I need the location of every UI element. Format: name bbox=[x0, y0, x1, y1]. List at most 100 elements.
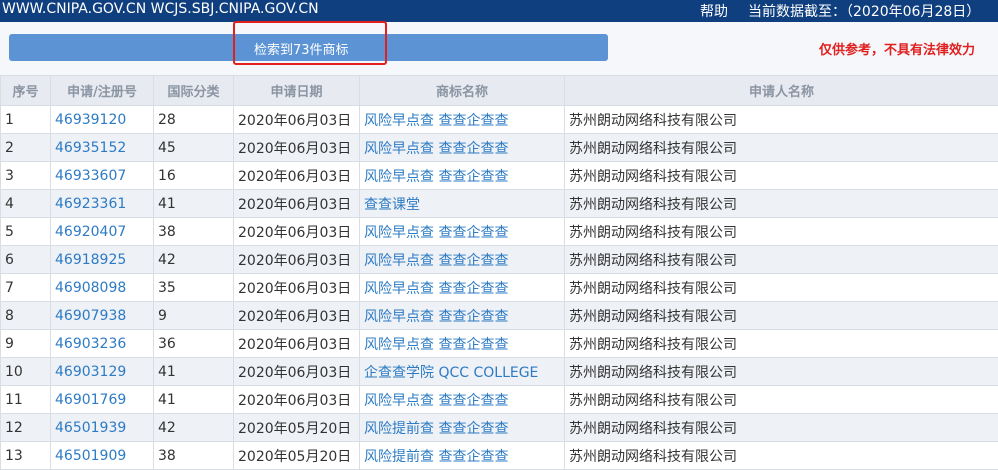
data-date: 当前数据截至：（2020年06月28日） bbox=[748, 1, 980, 21]
row-date: 2020年06月03日 bbox=[234, 358, 360, 386]
reg-no-link[interactable]: 46501939 bbox=[55, 420, 126, 436]
header-date: 申请日期 bbox=[234, 76, 360, 106]
reg-no-link[interactable]: 46908098 bbox=[55, 280, 126, 296]
row-date: 2020年06月03日 bbox=[234, 218, 360, 246]
row-seq: 10 bbox=[1, 358, 51, 386]
row-class: 41 bbox=[154, 358, 234, 386]
table-row: 946903236 362020年06月03日风险早点查 查查企查查 苏州朗动网络科… bbox=[1, 330, 998, 358]
reg-no-link[interactable]: 46923361 bbox=[55, 196, 126, 212]
row-applicant: 苏州朗动网络科技有限公司 bbox=[565, 274, 998, 302]
row-date: 2020年06月03日 bbox=[234, 190, 360, 218]
row-seq: 2 bbox=[1, 134, 51, 162]
table-row: 146939120 282020年06月03日风险早点查 查查企查查 苏州朗动网络科… bbox=[1, 106, 998, 134]
row-class: 28 bbox=[154, 106, 234, 134]
reg-no-link[interactable]: 46939120 bbox=[55, 112, 126, 128]
help-link[interactable]: 帮助 bbox=[700, 1, 728, 21]
row-seq: 1 bbox=[1, 106, 51, 134]
row-date: 2020年06月03日 bbox=[234, 246, 360, 274]
table-row: 446923361 412020年06月03日查查课堂 苏州朗动网络科技有限公司 bbox=[1, 190, 998, 218]
row-class: 41 bbox=[154, 386, 234, 414]
reg-no-link[interactable]: 46920407 bbox=[55, 224, 126, 240]
highlight-box bbox=[233, 21, 387, 65]
row-class: 16 bbox=[154, 162, 234, 190]
trademark-name-link[interactable]: 风险提前查 查查企查查 bbox=[364, 449, 508, 465]
row-applicant: 苏州朗动网络科技有限公司 bbox=[565, 302, 998, 330]
table-row: 646918925 422020年06月03日风险早点查 查查企查查 苏州朗动网络科… bbox=[1, 246, 998, 274]
table-row: 1346501909382020年05月20日风险提前查 查查企查查苏州朗动网络… bbox=[1, 442, 998, 470]
reg-no-link[interactable]: 46918925 bbox=[55, 252, 126, 268]
trademark-name-link[interactable]: 风险早点查 查查企查查 bbox=[364, 113, 508, 129]
row-applicant: 苏州朗动网络科技有限公司 bbox=[565, 414, 998, 442]
row-class: 35 bbox=[154, 274, 234, 302]
header-class: 国际分类 bbox=[154, 76, 234, 106]
row-date: 2020年06月03日 bbox=[234, 386, 360, 414]
row-applicant: 苏州朗动网络科技有限公司 bbox=[565, 330, 998, 358]
row-date: 2020年06月03日 bbox=[234, 162, 360, 190]
row-class: 41 bbox=[154, 190, 234, 218]
table-row: 246935152 452020年06月03日风险早点查 查查企查查 苏州朗动网络科… bbox=[1, 134, 998, 162]
row-applicant: 苏州朗动网络科技有限公司 bbox=[565, 386, 998, 414]
table-row: 1046903129 412020年06月03日企查查学院 QCC COLLEGE… bbox=[1, 358, 998, 386]
row-class: 38 bbox=[154, 218, 234, 246]
row-date: 2020年06月03日 bbox=[234, 134, 360, 162]
row-date: 2020年06月03日 bbox=[234, 274, 360, 302]
row-date: 2020年06月03日 bbox=[234, 302, 360, 330]
trademark-name-link[interactable]: 风险早点查 查查企查查 bbox=[364, 169, 508, 185]
row-seq: 4 bbox=[1, 190, 51, 218]
trademark-name-link[interactable]: 风险早点查 查查企查查 bbox=[364, 253, 508, 269]
trademark-name-link[interactable]: 查查课堂 bbox=[364, 197, 420, 213]
row-applicant: 苏州朗动网络科技有限公司 bbox=[565, 246, 998, 274]
row-seq: 7 bbox=[1, 274, 51, 302]
row-seq: 8 bbox=[1, 302, 51, 330]
trademark-name-link[interactable]: 风险提前查 查查企查查 bbox=[364, 421, 508, 437]
table-row: 1146901769 412020年06月03日风险早点查 查查企查查 苏州朗动网络… bbox=[1, 386, 998, 414]
row-seq: 11 bbox=[1, 386, 51, 414]
header-trademark-name: 商标名称 bbox=[360, 76, 565, 106]
row-seq: 13 bbox=[1, 442, 51, 470]
table-row: 546920407382020年06月03日风险早点查 查查企查查苏州朗动网络科… bbox=[1, 218, 998, 246]
row-class: 36 bbox=[154, 330, 234, 358]
header-reg-no: 申请/注册号 bbox=[51, 76, 154, 106]
reg-no-link[interactable]: 46903236 bbox=[55, 336, 126, 352]
trademark-name-link[interactable]: 风险早点查 查查企查查 bbox=[364, 141, 508, 157]
row-class: 45 bbox=[154, 134, 234, 162]
top-bar: WWW.CNIPA.GOV.CN WCJS.SBJ.CNIPA.GOV.CN 帮… bbox=[0, 0, 998, 22]
row-class: 42 bbox=[154, 414, 234, 442]
row-seq: 6 bbox=[1, 246, 51, 274]
row-applicant: 苏州朗动网络科技有限公司 bbox=[565, 190, 998, 218]
row-date: 2020年06月03日 bbox=[234, 106, 360, 134]
table-row: 746908098 352020年06月03日风险早点查 查查企查查 苏州朗动网络科… bbox=[1, 274, 998, 302]
reg-no-link[interactable]: 46901769 bbox=[55, 392, 126, 408]
row-seq: 3 bbox=[1, 162, 51, 190]
row-applicant: 苏州朗动网络科技有限公司 bbox=[565, 218, 998, 246]
reg-no-link[interactable]: 46501909 bbox=[55, 448, 126, 464]
row-applicant: 苏州朗动网络科技有限公司 bbox=[565, 134, 998, 162]
table-row: 346933607 162020年06月03日风险早点查 查查企查查 苏州朗动网络科… bbox=[1, 162, 998, 190]
reg-no-link[interactable]: 46935152 bbox=[55, 140, 126, 156]
row-date: 2020年06月03日 bbox=[234, 330, 360, 358]
row-applicant: 苏州朗动网络科技有限公司 bbox=[565, 162, 998, 190]
row-seq: 9 bbox=[1, 330, 51, 358]
trademark-name-link[interactable]: 风险早点查 查查企查查 bbox=[364, 393, 508, 409]
trademark-name-link[interactable]: 风险早点查 查查企查查 bbox=[364, 309, 508, 325]
reg-no-link[interactable]: 46933607 bbox=[55, 168, 126, 184]
trademark-name-link[interactable]: 风险早点查 查查企查查 bbox=[364, 337, 508, 353]
reg-no-link[interactable]: 46907938 bbox=[55, 308, 126, 324]
site-urls[interactable]: WWW.CNIPA.GOV.CN WCJS.SBJ.CNIPA.GOV.CN bbox=[2, 1, 319, 17]
header-seq: 序号 bbox=[1, 76, 51, 106]
row-class: 42 bbox=[154, 246, 234, 274]
trademark-name-link[interactable]: 风险早点查 查查企查查 bbox=[364, 281, 508, 297]
reg-no-link[interactable]: 46903129 bbox=[55, 364, 126, 380]
row-class: 9 bbox=[154, 302, 234, 330]
table-row: 1246501939422020年05月20日风险提前查 查查企查查苏州朗动网络… bbox=[1, 414, 998, 442]
trademark-table: 序号 申请/注册号 国际分类 申请日期 商标名称 申请人名称 146939120… bbox=[0, 75, 998, 470]
row-applicant: 苏州朗动网络科技有限公司 bbox=[565, 358, 998, 386]
header-applicant: 申请人名称 bbox=[565, 76, 998, 106]
trademark-name-link[interactable]: 企查查学院 QCC COLLEGE bbox=[364, 365, 538, 381]
row-applicant: 苏州朗动网络科技有限公司 bbox=[565, 442, 998, 470]
row-applicant: 苏州朗动网络科技有限公司 bbox=[565, 106, 998, 134]
row-date: 2020年05月20日 bbox=[234, 442, 360, 470]
trademark-name-link[interactable]: 风险早点查 查查企查查 bbox=[364, 225, 508, 241]
disclaimer: 仅供参考，不具有法律效力 bbox=[819, 39, 975, 58]
row-date: 2020年05月20日 bbox=[234, 414, 360, 442]
